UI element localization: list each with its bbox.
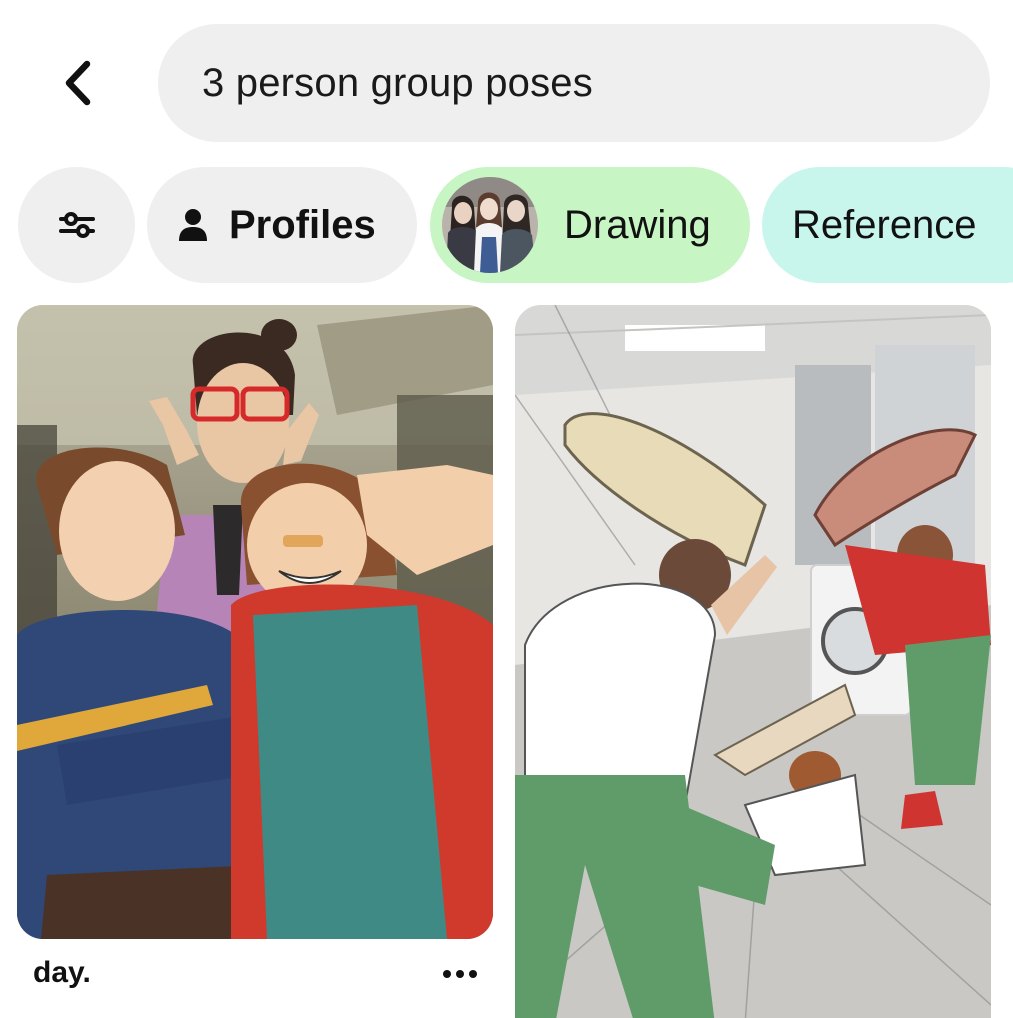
chip-profiles-label: Profiles — [229, 202, 376, 247]
pin-image-pillow-fight[interactable] — [515, 305, 991, 1018]
back-button[interactable] — [48, 50, 108, 116]
pin-title: day. — [33, 956, 91, 989]
chip-profiles[interactable]: Profiles — [147, 167, 417, 283]
pin-image-friends[interactable] — [17, 305, 493, 939]
chip-drawing-label: Drawing — [564, 202, 711, 247]
more-options-button[interactable] — [436, 958, 484, 990]
filter-button[interactable] — [18, 167, 135, 283]
more-horizontal-icon — [443, 970, 477, 978]
sliders-icon — [58, 212, 95, 238]
search-input[interactable]: 3 person group poses — [158, 24, 990, 142]
chevron-left-icon — [65, 60, 91, 106]
search-query-text: 3 person group poses — [202, 60, 593, 105]
chip-drawing[interactable]: Drawing — [430, 167, 750, 283]
chip-reference[interactable]: Reference — [762, 167, 1013, 283]
person-icon — [179, 209, 207, 241]
drawing-thumbnail — [442, 177, 538, 273]
chip-reference-label: Reference — [792, 202, 977, 247]
